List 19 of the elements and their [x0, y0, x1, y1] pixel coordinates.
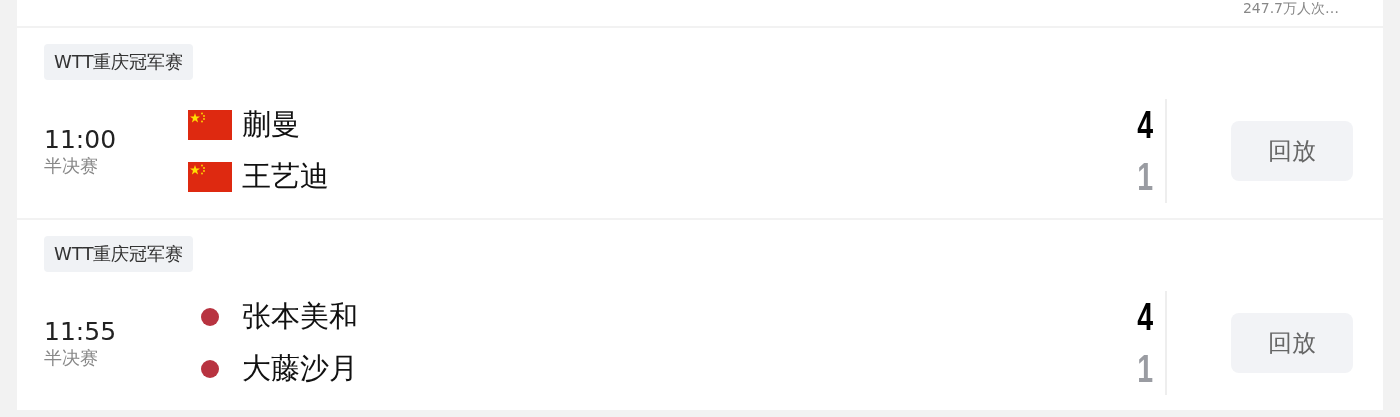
replay-button[interactable]: 回放	[1231, 121, 1353, 181]
replay-button[interactable]: 回放	[1231, 313, 1353, 373]
player-score: 1	[1137, 157, 1153, 197]
event-tag: WTT重庆冠军赛	[44, 44, 194, 80]
player-name: 大藤沙月	[242, 350, 358, 387]
player-score: 1	[1137, 349, 1153, 389]
flag-icon	[188, 110, 232, 140]
match-round: 半决赛	[44, 153, 99, 178]
match-time: 11:00	[44, 124, 118, 154]
player-name: 王艺迪	[242, 158, 329, 195]
viewer-count: 247.7万人次…	[1242, 0, 1339, 16]
match-time: 11:55	[44, 316, 118, 346]
flag-icon	[188, 162, 232, 192]
player-name: 蒯曼	[242, 106, 300, 143]
player-score: 4	[1137, 105, 1153, 145]
player-name: 张本美和	[242, 298, 358, 335]
player-score: 4	[1137, 297, 1153, 337]
match-round: 半决赛	[44, 345, 99, 370]
event-tag: WTT重庆冠军赛	[44, 236, 194, 272]
